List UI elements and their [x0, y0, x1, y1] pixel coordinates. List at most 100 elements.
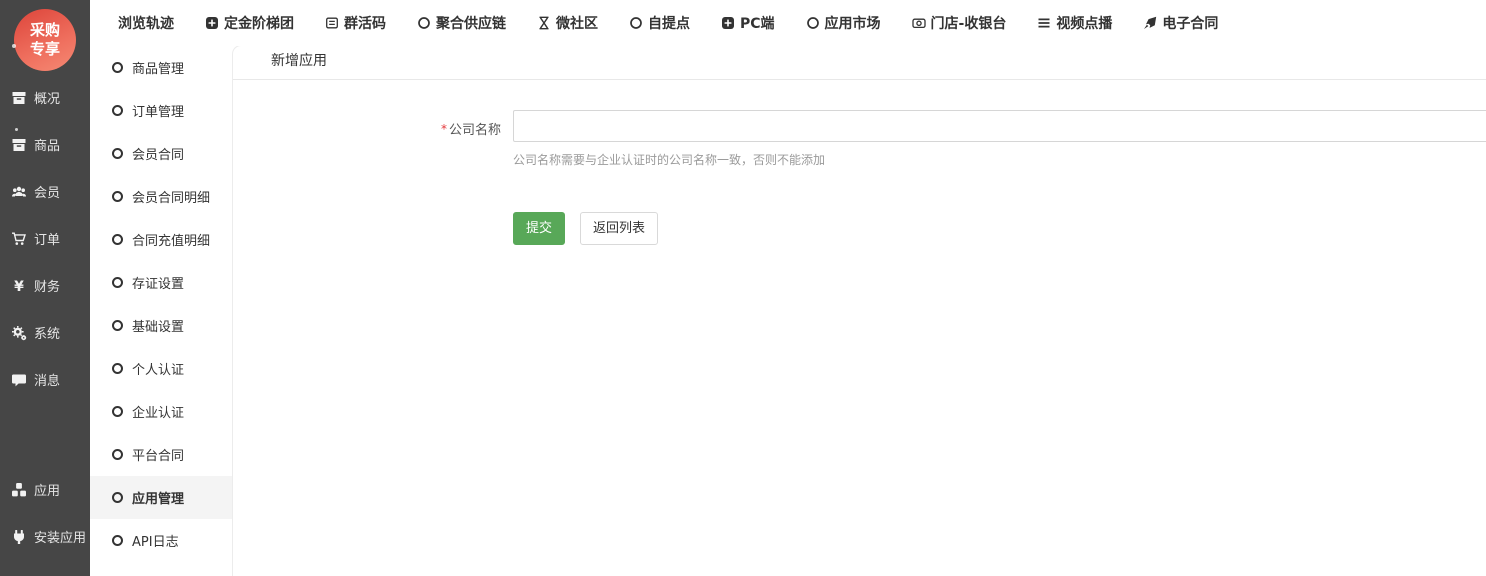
- topnav-item-app-market[interactable]: 应用市场: [806, 13, 881, 33]
- topnav-item-aggregate-supply-chain[interactable]: 聚合供应链: [417, 13, 506, 33]
- sidebar-item-label: 系统: [34, 323, 60, 342]
- submenu-item-platform-contract[interactable]: 平台合同: [90, 433, 232, 476]
- yen-icon: ¥: [11, 278, 27, 294]
- submenu-item-api-log[interactable]: API日志: [90, 519, 232, 562]
- topnav-item-label: 群活码: [344, 13, 386, 33]
- submenu-item-label: 企业认证: [132, 402, 184, 421]
- topnav-item-group-live-code[interactable]: 群活码: [325, 13, 386, 33]
- decorative-dot: [12, 44, 16, 48]
- submenu-item-app-management[interactable]: 应用管理: [90, 476, 232, 519]
- submenu-item-member-contract[interactable]: 会员合同: [90, 132, 232, 175]
- submit-button[interactable]: 提交: [513, 212, 565, 245]
- plus-square-icon: [721, 16, 735, 30]
- submenu-item-enterprise-auth[interactable]: 企业认证: [90, 390, 232, 433]
- company-name-helper: 公司名称需要与企业认证时的公司名称一致，否则不能添加: [513, 151, 1486, 168]
- gear-icon: [11, 325, 27, 341]
- sidebar-item-label: 安装应用: [34, 527, 86, 546]
- submenu-item-basic-settings[interactable]: 基础设置: [90, 304, 232, 347]
- submenu-item-label: 会员合同: [132, 144, 184, 163]
- decorative-dot: [15, 128, 18, 131]
- cart-icon: [11, 231, 27, 247]
- plus-square-icon: [205, 16, 219, 30]
- company-name-label: *公司名称: [233, 110, 501, 245]
- topnav-item-pc-client[interactable]: PC端: [721, 13, 775, 33]
- sidebar-item-label: 财务: [34, 276, 60, 295]
- submenu-item-evidence-settings[interactable]: 存证设置: [90, 261, 232, 304]
- circle-bullet-icon: [112, 62, 123, 73]
- submenu-item-member-contract-detail[interactable]: 会员合同明细: [90, 175, 232, 218]
- topnav-item-micro-community[interactable]: 微社区: [537, 13, 598, 33]
- back-to-list-button[interactable]: 返回列表: [580, 212, 658, 245]
- submenu-item-label: 存证设置: [132, 273, 184, 292]
- topnav-item-label: 浏览轨迹: [118, 13, 174, 33]
- circle-bullet-icon: [112, 277, 123, 288]
- primary-nav: 概况商品会员订单 ¥ 财务系统消息应用安装应用统计: [0, 74, 90, 576]
- sidebar-item-install-apps[interactable]: 安装应用: [0, 513, 90, 560]
- topnav-item-label: 自提点: [648, 13, 690, 33]
- form-actions: 提交 返回列表: [513, 212, 1486, 245]
- submenu-item-goods-management[interactable]: 商品管理: [90, 46, 232, 89]
- circle-bullet-icon: [112, 363, 123, 374]
- form-square-icon: [325, 16, 339, 30]
- topnav-item-label: 微社区: [556, 13, 598, 33]
- circle-bullet-icon: [112, 191, 123, 202]
- sidebar-item-system[interactable]: 系统: [0, 309, 90, 356]
- admin-app: 采购 专享 概况商品会员订单 ¥ 财务系统消息应用安装应用统计 浏览轨迹 定金阶梯团 群…: [0, 0, 1486, 576]
- topnav-item-browse-track[interactable]: 浏览轨迹: [118, 13, 174, 33]
- app-logo[interactable]: 采购 专享: [14, 9, 76, 71]
- submenu-item-label: 个人认证: [132, 359, 184, 378]
- topnav-item-store-cashier[interactable]: 门店-收银台: [912, 13, 1007, 33]
- circle-bullet-icon: [112, 148, 123, 159]
- tab-bar: 新增应用: [233, 46, 1486, 80]
- topnav-item-video-on-demand[interactable]: 视频点播: [1037, 13, 1112, 33]
- archive-icon: [11, 90, 27, 106]
- menu-lines-icon: [1037, 16, 1051, 30]
- company-name-row: *公司名称 公司名称需要与企业认证时的公司名称一致，否则不能添加 提交 返回列表: [233, 110, 1486, 245]
- sidebar-item-overview[interactable]: 概况: [0, 74, 90, 121]
- submenu-item-label: 商品管理: [132, 58, 184, 77]
- sidebar-item-stats[interactable]: 统计: [0, 560, 90, 576]
- submenu-item-label: 平台合同: [132, 445, 184, 464]
- tab-new-application[interactable]: 新增应用: [271, 50, 327, 79]
- topnav-item-electronic-contract[interactable]: 电子合同: [1143, 13, 1218, 33]
- submenu-item-label: 基础设置: [132, 316, 184, 335]
- users-icon: [11, 184, 27, 200]
- cubes-icon: [11, 482, 27, 498]
- sidebar-item-label: 商品: [34, 135, 60, 154]
- circle-bullet-icon: [112, 234, 123, 245]
- topnav-item-label: 视频点播: [1056, 13, 1112, 33]
- sidebar-item-label: 订单: [34, 229, 60, 248]
- topnav-item-label: PC端: [740, 13, 775, 33]
- sidebar-item-apps[interactable]: 应用: [0, 466, 90, 513]
- sidebar-item-message[interactable]: 消息: [0, 356, 90, 403]
- circle-bullet-icon: [112, 320, 123, 331]
- sidebar-item-label: 会员: [34, 182, 60, 201]
- sidebar-item-label: 消息: [34, 370, 60, 389]
- company-name-label-text: 公司名称: [449, 123, 501, 138]
- circle-icon: [806, 16, 820, 30]
- circle-icon: [417, 16, 431, 30]
- submenu-item-order-management[interactable]: 订单管理: [90, 89, 232, 132]
- sidebar-item-orders[interactable]: 订单: [0, 215, 90, 262]
- submenu-item-label: 合同充值明细: [132, 230, 210, 249]
- pen-icon: [1143, 16, 1157, 30]
- topnav-item-deposit-ladder-group[interactable]: 定金阶梯团: [205, 13, 294, 33]
- company-name-field: 公司名称需要与企业认证时的公司名称一致，否则不能添加 提交 返回列表: [513, 110, 1486, 245]
- chat-icon: [11, 372, 27, 388]
- sidebar-item-goods[interactable]: 商品: [0, 121, 90, 168]
- hourglass-icon: [537, 16, 551, 30]
- company-name-input[interactable]: [513, 110, 1486, 142]
- topnav-item-label: 应用市场: [825, 13, 881, 33]
- sidebar-item-members[interactable]: 会员: [0, 168, 90, 215]
- submenu-item-label: API日志: [132, 531, 179, 550]
- sidebar-item-finance[interactable]: ¥ 财务: [0, 262, 90, 309]
- topnav-item-label: 门店-收银台: [931, 13, 1007, 33]
- topnav-item-label: 聚合供应链: [436, 13, 506, 33]
- topnav-item-self-pickup[interactable]: 自提点: [629, 13, 690, 33]
- required-mark: *: [441, 122, 447, 136]
- logo-text-line1: 采购: [30, 21, 60, 40]
- submenu-item-contract-recharge-detail[interactable]: 合同充值明细: [90, 218, 232, 261]
- primary-sidebar: 采购 专享 概况商品会员订单 ¥ 财务系统消息应用安装应用统计: [0, 0, 90, 576]
- camera-icon: [912, 16, 926, 30]
- submenu-item-personal-auth[interactable]: 个人认证: [90, 347, 232, 390]
